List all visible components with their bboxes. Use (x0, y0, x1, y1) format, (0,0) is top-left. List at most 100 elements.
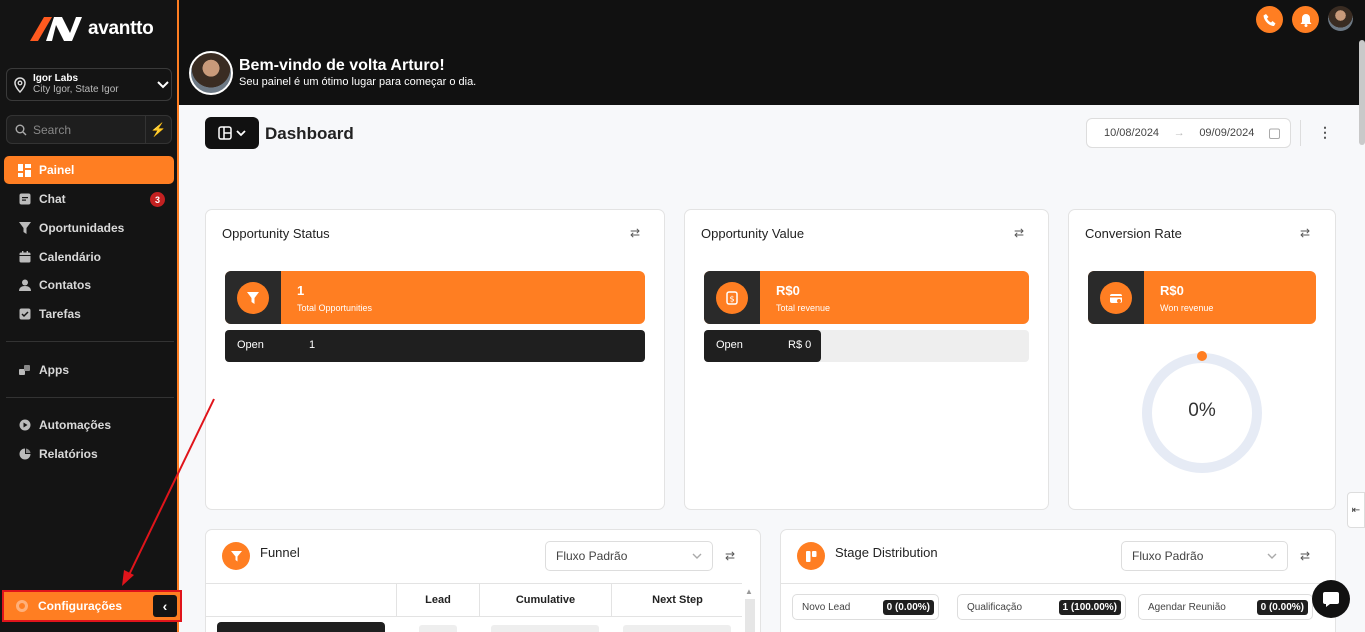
search-input[interactable]: Search ⚡ (6, 115, 172, 144)
arrow-right-icon: → (1173, 127, 1185, 139)
filter-icon[interactable]: ⇄ (1300, 549, 1310, 563)
open-status-row[interactable]: Open 1 (225, 330, 645, 362)
dashboard-switcher-button[interactable] (205, 117, 259, 149)
location-name: Igor Labs (33, 73, 79, 84)
table-divider (206, 616, 742, 617)
top-bar (179, 0, 1365, 105)
stage-pipeline-select[interactable]: Fluxo Padrão (1121, 541, 1288, 571)
total-revenue-kpi: $ R$0 Total revenue (704, 271, 1029, 324)
welcome-title: Bem-vindo de volta Arturo! (239, 57, 445, 74)
table-row[interactable] (217, 622, 385, 632)
opportunity-status-card: Opportunity Status ⇄ 1 Total Opportuniti… (205, 209, 665, 510)
kpi-label: Won revenue (1160, 303, 1214, 313)
funnel-table: Lead Cumulative Next Step ▲ (206, 583, 755, 632)
chevron-down-icon (692, 553, 702, 559)
bell-icon[interactable] (1292, 6, 1319, 33)
page-scrollbar[interactable] (1359, 40, 1365, 145)
stage-count: 0 (0.00%) (882, 599, 934, 615)
collapse-sidebar-button[interactable]: ‹ (153, 595, 177, 617)
filter-icon[interactable]: ⇄ (630, 226, 640, 240)
conversion-gauge-value: 0% (1188, 400, 1216, 421)
stage-count: 0 (0.00%) (1256, 599, 1308, 615)
nav-item-apps[interactable]: Apps (4, 356, 174, 384)
row-value: 1 (309, 339, 316, 351)
layout-icon (218, 126, 232, 140)
quick-action-bolt-icon[interactable]: ⚡ (145, 116, 171, 143)
table-cell (419, 625, 457, 632)
chat-bubble-icon (1323, 592, 1339, 607)
table-header-cell (206, 584, 396, 616)
kpi-label: Total Opportunities (297, 303, 373, 313)
stage-pill[interactable]: Novo Lead 0 (0.00%) (792, 594, 939, 620)
kpi-value: 1 (297, 283, 305, 298)
row-label: Open (716, 339, 743, 351)
brand-name: avantto (88, 18, 154, 39)
chevron-down-icon (157, 80, 169, 88)
wallet-icon (1100, 281, 1132, 314)
brand-logo[interactable]: avantto (30, 15, 154, 43)
chevron-down-icon (236, 129, 246, 136)
nav-label: Calendário (39, 250, 102, 264)
filter-icon[interactable]: ⇄ (725, 549, 735, 563)
nav-divider (6, 397, 174, 398)
funnel-pipeline-select[interactable]: Fluxo Padrão (545, 541, 713, 571)
support-chat-button[interactable] (1312, 580, 1350, 618)
logo-mark-icon (30, 17, 82, 41)
page-title: Dashboard (265, 124, 354, 143)
nav-item-calendario[interactable]: Calendário (4, 243, 174, 271)
stage-pill[interactable]: Qualificação 1 (100.00%) (957, 594, 1126, 620)
open-value-row[interactable]: Open R$ 0 (704, 330, 1029, 362)
search-icon (15, 124, 27, 135)
nav-label: Automações (39, 418, 112, 432)
stage-name: Novo Lead (802, 601, 851, 613)
welcome-subtitle: Seu painel é um ótimo lugar para começar… (239, 76, 477, 88)
nav-label: Apps (39, 363, 69, 377)
nav-item-chat[interactable]: Chat 3 (4, 185, 174, 213)
nav-divider (6, 341, 174, 342)
sidebar: avantto Igor Labs City Igor, State Igor … (0, 0, 182, 632)
card-title: Opportunity Value (701, 226, 805, 241)
scroll-up-icon[interactable]: ▲ (745, 587, 755, 597)
calendar-icon (1269, 128, 1280, 139)
card-title: Opportunity Status (222, 226, 330, 241)
table-header-cell: Lead (396, 584, 479, 616)
stage-name: Qualificação (967, 601, 1023, 613)
filter-icon[interactable]: ⇄ (1300, 226, 1310, 240)
phone-icon[interactable] (1256, 6, 1283, 33)
apps-icon (18, 364, 31, 377)
nav-item-automacoes[interactable]: Automações (4, 411, 174, 439)
table-cell (491, 625, 599, 632)
row-label: Open (237, 339, 264, 351)
location-switcher[interactable]: Igor Labs City Igor, State Igor (6, 68, 172, 101)
welcome-avatar (189, 51, 233, 95)
open-status-bar (225, 330, 645, 362)
stage-pill[interactable]: Agendar Reunião 0 (0.00%) (1138, 594, 1313, 620)
nav-label: Chat (39, 192, 66, 206)
filter-icon[interactable]: ⇄ (1014, 226, 1024, 240)
automation-icon (18, 419, 31, 432)
side-panel-toggle-icon[interactable]: ⇤ (1347, 492, 1365, 528)
calendar-icon (18, 251, 31, 264)
nav-item-oportunidades[interactable]: Oportunidades (4, 214, 174, 242)
nav-label: Relatórios (39, 447, 98, 461)
money-icon: $ (716, 281, 748, 314)
table-scrollbar[interactable] (745, 599, 755, 632)
svg-text:$: $ (729, 294, 734, 303)
nav-label: Configurações (38, 599, 123, 613)
more-options-icon[interactable]: ⋮ (1318, 124, 1332, 141)
settings-icon (16, 600, 28, 612)
nav-item-configuracoes[interactable]: Configurações ‹ (2, 590, 182, 622)
reports-icon (18, 448, 31, 461)
total-opportunities-kpi: 1 Total Opportunities (225, 271, 645, 324)
table-header-cell: Cumulative (479, 584, 611, 616)
nav-item-contatos[interactable]: Contatos (4, 271, 174, 299)
conversion-rate-card: Conversion Rate ⇄ R$0 Won revenue 0% (1068, 209, 1336, 510)
user-avatar[interactable] (1328, 6, 1353, 31)
date-range-picker[interactable]: 10/08/2024 → 09/09/2024 (1086, 118, 1291, 148)
user-icon (18, 279, 31, 292)
table-cell (623, 625, 731, 632)
nav-item-painel[interactable]: Painel (4, 156, 174, 184)
nav-item-relatorios[interactable]: Relatórios (4, 440, 174, 468)
nav-item-tarefas[interactable]: Tarefas (4, 300, 174, 328)
select-value: Fluxo Padrão (1132, 549, 1204, 563)
